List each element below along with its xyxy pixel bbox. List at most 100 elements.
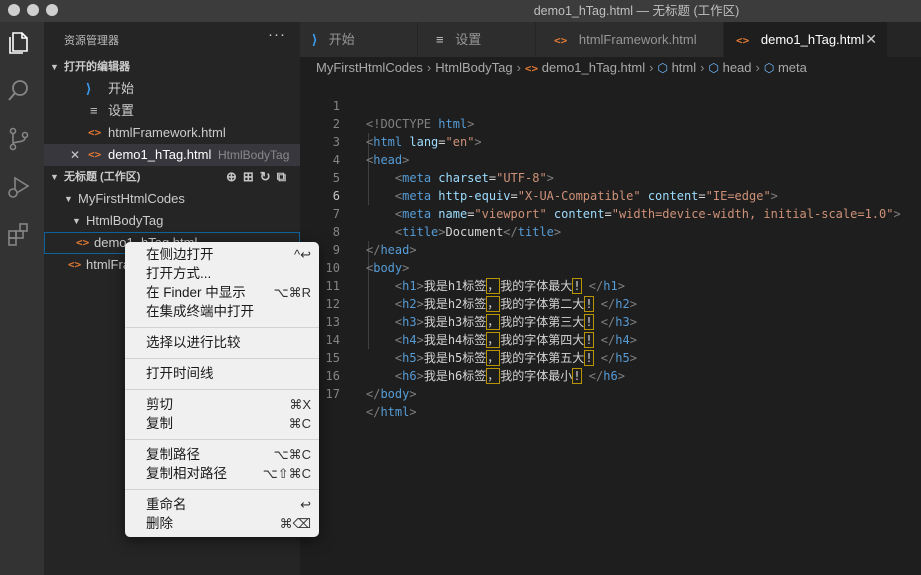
open-editors-title: 打开的编辑器 [64,61,130,73]
tab-start[interactable]: ⟩ 开始 [300,22,418,57]
vscode-icon: ⟩ [312,32,318,47]
window-title: demo1_hTag.html — 无标题 (工作区) [533,4,740,18]
code-line: 7 <title>Document</title> [300,187,561,239]
open-editor-label: htmlFramework.html [108,125,226,140]
menu-item-open-with[interactable]: 打开方式... [125,265,319,283]
editor-tabs: ⟩ 开始 ≡ 设置 <> htmlFramework.html <> demo1… [300,22,921,57]
chevron-right-icon: › [516,60,521,75]
activity-bar [0,22,44,575]
symbol-icon: ⬡ [708,61,719,75]
menu-separator [125,389,319,390]
open-editor-item-demo1[interactable]: ✕ <> demo1_hTag.html HtmlBodyTag [44,144,300,166]
code-editor[interactable]: 1 <!DOCTYPE html> 2 <html lang="en"> 3 <… [300,79,921,575]
breadcrumb-item[interactable]: MyFirstHtmlCodes [316,60,423,75]
open-editor-item-start[interactable]: ⟩ 开始 [44,78,300,100]
menu-item-cut[interactable]: 剪切 ⌘X [125,396,319,414]
chevron-right-icon: › [426,60,432,75]
chevron-right-icon: › [649,60,654,75]
tab-htmlframework[interactable]: <> htmlFramework.html [536,22,724,57]
breadcrumb: MyFirstHtmlCodes › HtmlBodyTag › <> demo1_hT… [300,57,921,79]
workspace-section[interactable]: ▼ 无标题 (工作区) ⊕⊞↻⧉ [44,166,300,188]
close-editor-icon[interactable]: ✕ [70,144,80,166]
settings-icon: ≡ [436,32,444,47]
menu-separator [125,489,319,490]
new-folder-icon[interactable]: ⊞ [243,169,260,184]
code-line: 1 <!DOCTYPE html> [300,79,475,131]
new-file-icon[interactable]: ⊕ [226,169,243,184]
tree-label: HtmlBodyTag [86,213,164,228]
tree-label: MyFirstHtmlCodes [78,191,185,206]
code-line: 4 <meta charset="UTF-8"> [300,133,554,185]
code-line-current: 6 <meta name="viewport" content="width=d… [300,169,901,221]
chevron-down-icon: ▼ [64,194,73,204]
chevron-right-icon: › [700,60,705,75]
menu-item-open-timeline[interactable]: 打开时间线 [125,365,319,383]
menu-item-copy[interactable]: 复制 ⌘C [125,415,319,433]
settings-icon: ≡ [90,103,98,118]
menu-item-rename[interactable]: 重命名 ↩ [125,496,319,514]
menu-item-open-to-side[interactable]: 在侧边打开 ^↩ [125,246,319,264]
code-line: 5 <meta http-equiv="X-UA-Compatible" con… [300,151,778,203]
menu-item-copy-relative-path[interactable]: 复制相对路径 ⌥⇧⌘C [125,465,319,483]
tab-label: 开始 [328,32,355,47]
context-menu: 在侧边打开 ^↩ 打开方式... 在 Finder 中显示 ⌥⌘R 在集成终端中打开… [125,242,319,537]
menu-item-reveal-in-finder[interactable]: 在 Finder 中显示 ⌥⌘R [125,284,319,302]
tab-label: htmlFramework.html [578,32,697,47]
code-line: 3 <head> [300,115,410,167]
tree-folder-htmlbodytag[interactable]: ▼ HtmlBodyTag [44,210,300,232]
menu-separator [125,327,319,328]
code-line: 2 <html lang="en"> [300,97,482,149]
html-file-icon: <> [524,62,539,75]
tab-label: 设置 [455,32,482,47]
html-file-icon: <> [88,148,102,161]
extensions-icon[interactable] [6,222,36,252]
breadcrumb-item[interactable]: meta [778,60,807,75]
chevron-down-icon: ▼ [50,62,59,72]
chevron-down-icon: ▼ [72,216,81,226]
tab-label: demo1_hTag.html [760,32,865,47]
html-file-icon: <> [554,34,568,47]
refresh-icon[interactable]: ↻ [260,169,277,184]
menu-item-select-for-compare[interactable]: 选择以进行比较 [125,334,319,352]
menu-separator [125,358,319,359]
tree-folder-myfirsthtmlcodes[interactable]: ▼ MyFirstHtmlCodes [44,188,300,210]
open-editor-item-htmlframework[interactable]: <> htmlFramework.html [44,122,300,144]
breadcrumb-item[interactable]: head [723,60,752,75]
workspace-title: 无标题 (工作区) [64,171,141,183]
more-actions-icon[interactable]: ··· [268,26,286,43]
symbol-icon: ⬡ [657,61,668,75]
chevron-right-icon: › [755,60,760,75]
open-editor-label: demo1_hTag.html [108,147,212,162]
tab-demo1[interactable]: <> demo1_hTag.html ✕ [724,22,888,57]
vscode-icon: ⟩ [86,81,92,96]
menu-item-delete[interactable]: 删除 ⌘⌫ [125,515,319,533]
breadcrumb-item[interactable]: HtmlBodyTag [435,60,512,75]
html-file-icon: <> [68,258,82,271]
menu-separator [125,439,319,440]
open-editors-section[interactable]: ▼ 打开的编辑器 [44,56,300,78]
open-editor-item-settings[interactable]: ≡ 设置 [44,100,300,122]
breadcrumb-item[interactable]: demo1_hTag.html [542,60,645,75]
close-tab-icon[interactable]: ✕ [865,22,877,57]
open-editor-label: 设置 [108,103,135,118]
chevron-down-icon: ▼ [50,172,59,182]
collapse-all-icon[interactable]: ⧉ [277,169,292,184]
code-line: 9 <body> [300,223,410,275]
search-icon[interactable] [6,78,36,108]
html-file-icon: <> [736,34,750,47]
code-line: 8 </head> [300,205,417,257]
tab-settings[interactable]: ≡ 设置 [418,22,536,57]
open-editor-label: 开始 [108,81,135,96]
breadcrumb-item[interactable]: html [672,60,697,75]
html-file-icon: <> [88,126,102,139]
menu-item-copy-path[interactable]: 复制路径 ⌥⌘C [125,446,319,464]
open-editor-folder: HtmlBodyTag [218,148,290,162]
menu-item-open-in-terminal[interactable]: 在集成终端中打开 [125,303,319,321]
explorer-title: 资源管理器 [64,35,119,47]
explorer-icon[interactable] [6,30,36,60]
source-control-icon[interactable] [6,126,36,156]
title-bar: demo1_hTag.html — 无标题 (工作区) [0,0,921,22]
run-debug-icon[interactable] [6,174,36,204]
symbol-icon: ⬡ [763,61,775,75]
html-file-icon: <> [76,236,90,249]
